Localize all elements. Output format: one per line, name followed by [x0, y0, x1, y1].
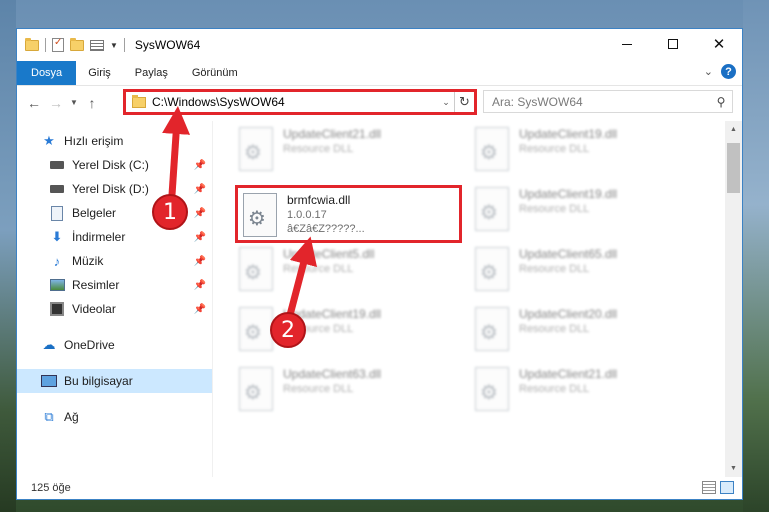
arrow-to-selected-file [286, 236, 318, 316]
annotation-arrows [162, 106, 318, 316]
callout-step-1: 1 [152, 194, 188, 230]
callout-step-2: 2 [270, 312, 306, 348]
arrow-to-address-bar [162, 106, 191, 196]
